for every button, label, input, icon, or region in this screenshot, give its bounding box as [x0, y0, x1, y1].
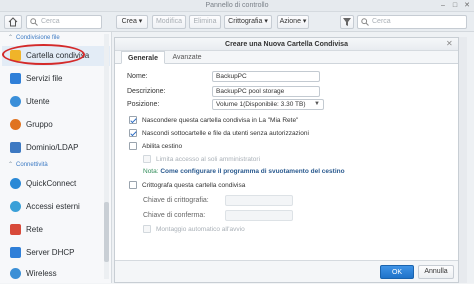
sidebar-item-label: Utente: [26, 97, 50, 106]
location-label: Posizione:: [127, 101, 160, 108]
control-panel-window: Pannello di controllo – □ ✕ Cerca Crea ▾…: [0, 0, 474, 283]
confirm-key-field[interactable]: [225, 210, 293, 221]
location-value: Volume 1(Disponibile: 3.30 TB): [216, 101, 306, 108]
recycle-bin-checkbox[interactable]: [129, 142, 137, 150]
sidebar-item-label: QuickConnect: [26, 179, 77, 188]
group-icon: [10, 119, 21, 130]
name-label: Nome:: [127, 73, 148, 80]
filter-button[interactable]: [340, 15, 354, 29]
search-icon: [361, 18, 369, 26]
toolbar: Cerca Crea ▾ Modifica Elimina Crittograf…: [0, 12, 474, 32]
create-button[interactable]: Crea ▾: [116, 15, 148, 29]
cancel-button[interactable]: Annulla: [418, 265, 454, 279]
main-search-input[interactable]: Cerca: [357, 15, 467, 29]
sidebar-item-wireless[interactable]: Wireless: [2, 264, 110, 284]
search-placeholder: Cerca: [372, 18, 391, 25]
sidebar-item-network[interactable]: Rete: [2, 220, 110, 240]
filter-icon: [343, 18, 351, 26]
sidebar-item-label: Server DHCP: [26, 248, 75, 257]
description-label: Descrizione:: [127, 88, 166, 95]
scrollbar-thumb[interactable]: [104, 202, 109, 262]
note-link[interactable]: Come configurare il programma di svuotam…: [160, 168, 344, 175]
sidebar-item-group[interactable]: Gruppo: [2, 115, 110, 135]
sidebar-item-label: Dominio/LDAP: [26, 143, 79, 152]
sidebar-item-label: Servizi file: [26, 74, 63, 83]
encrypt-label: Crittografa questa cartella condivisa: [142, 182, 246, 189]
sidebar-item-domain-ldap[interactable]: Dominio/LDAP: [2, 138, 110, 158]
automount-label: Montaggio automatico all'avvio: [156, 226, 245, 233]
sidebar-item-user[interactable]: Utente: [2, 92, 110, 112]
file-services-icon: [10, 73, 21, 84]
chevron-up-icon: ⌃: [8, 162, 14, 168]
section-label: Connettività: [16, 162, 48, 168]
recycle-note: Nota: Come configurare il programma di s…: [143, 168, 345, 175]
action-button[interactable]: Azione ▾: [277, 15, 309, 29]
automount-checkbox[interactable]: [143, 225, 151, 233]
domain-icon: [10, 142, 21, 153]
sidebar-item-label: Rete: [26, 225, 43, 234]
tab-advanced[interactable]: Avanzate: [167, 51, 207, 64]
home-icon: [8, 17, 18, 27]
restrict-admin-label: Limita accesso al soli amministratori: [156, 156, 261, 163]
hide-folder-checkbox[interactable]: [129, 116, 137, 124]
red-highlight-annotation: [2, 44, 85, 65]
edit-button[interactable]: Modifica: [152, 15, 186, 29]
globe-icon: [10, 201, 21, 212]
create-shared-folder-dialog: Creare una Nuova Cartella Condivisa ✕ Ge…: [114, 37, 459, 283]
encryption-key-field[interactable]: [225, 195, 293, 206]
dialog-footer: OK Annulla: [115, 260, 458, 282]
confirm-key-label: Chiave di conferma:: [143, 212, 206, 219]
section-header-connectivity[interactable]: ⌃ Connettività: [8, 161, 48, 168]
sidebar-search-input[interactable]: Cerca: [26, 15, 102, 29]
wireless-icon: [10, 268, 21, 279]
minimize-icon[interactable]: –: [438, 2, 448, 10]
hide-subfolders-checkbox[interactable]: [129, 129, 137, 137]
encryption-button[interactable]: Crittografia ▾: [224, 15, 272, 29]
location-select[interactable]: Volume 1(Disponibile: 3.30 TB) ▼: [212, 99, 324, 110]
dhcp-icon: [10, 247, 21, 258]
window-title: Pannello di controllo: [205, 2, 269, 9]
dialog-tabs: Generale Avanzate: [115, 51, 458, 64]
name-field[interactable]: BackupPC: [212, 71, 320, 82]
recycle-bin-label: Abilita cestino: [142, 143, 183, 150]
section-label: Condivisione file: [16, 35, 60, 41]
sidebar-item-label: Accessi esterni: [26, 202, 80, 211]
section-header-file-sharing[interactable]: ⌃ Condivisione file: [8, 34, 60, 41]
encryption-key-label: Chiave di crittografia:: [143, 197, 209, 204]
quickconnect-icon: [10, 178, 21, 189]
ok-button[interactable]: OK: [380, 265, 414, 279]
delete-button[interactable]: Elimina: [189, 15, 221, 29]
user-icon: [10, 96, 21, 107]
title-bar: Pannello di controllo – □ ✕: [0, 0, 474, 12]
sidebar-item-external-access[interactable]: Accessi esterni: [2, 197, 110, 217]
chevron-down-icon: ▼: [314, 101, 320, 107]
dialog-title: Creare una Nuova Cartella Condivisa: [115, 38, 458, 51]
close-icon[interactable]: ✕: [462, 2, 472, 10]
sidebar-item-dhcp-server[interactable]: Server DHCP: [2, 243, 110, 263]
search-icon: [30, 18, 38, 26]
description-field[interactable]: BackupPC pool storage: [212, 86, 320, 97]
encrypt-checkbox[interactable]: [129, 181, 137, 189]
hide-subfolders-label: Nascondi sottocartelle e file da utenti …: [142, 130, 309, 137]
tab-general[interactable]: Generale: [121, 51, 165, 64]
sidebar-item-file-services[interactable]: Servizi file: [2, 69, 110, 89]
search-placeholder: Cerca: [41, 18, 60, 25]
maximize-icon[interactable]: □: [450, 2, 460, 10]
network-icon: [10, 224, 21, 235]
chevron-up-icon: ⌃: [8, 35, 14, 41]
sidebar-item-label: Gruppo: [26, 120, 53, 129]
sidebar-item-quickconnect[interactable]: QuickConnect: [2, 174, 110, 194]
hide-folder-label: Nascondere questa cartella condivisa in …: [142, 117, 299, 124]
sidebar: ⌃ Condivisione file Cartella condivisa Se…: [0, 32, 112, 283]
main-scrollbar[interactable]: [459, 37, 467, 283]
restrict-admin-checkbox[interactable]: [143, 155, 151, 163]
note-key: Nota:: [143, 168, 159, 175]
back-button[interactable]: [4, 15, 22, 29]
close-icon[interactable]: ✕: [446, 40, 454, 48]
sidebar-scrollbar[interactable]: [104, 34, 109, 279]
sidebar-item-label: Wireless: [26, 269, 57, 278]
